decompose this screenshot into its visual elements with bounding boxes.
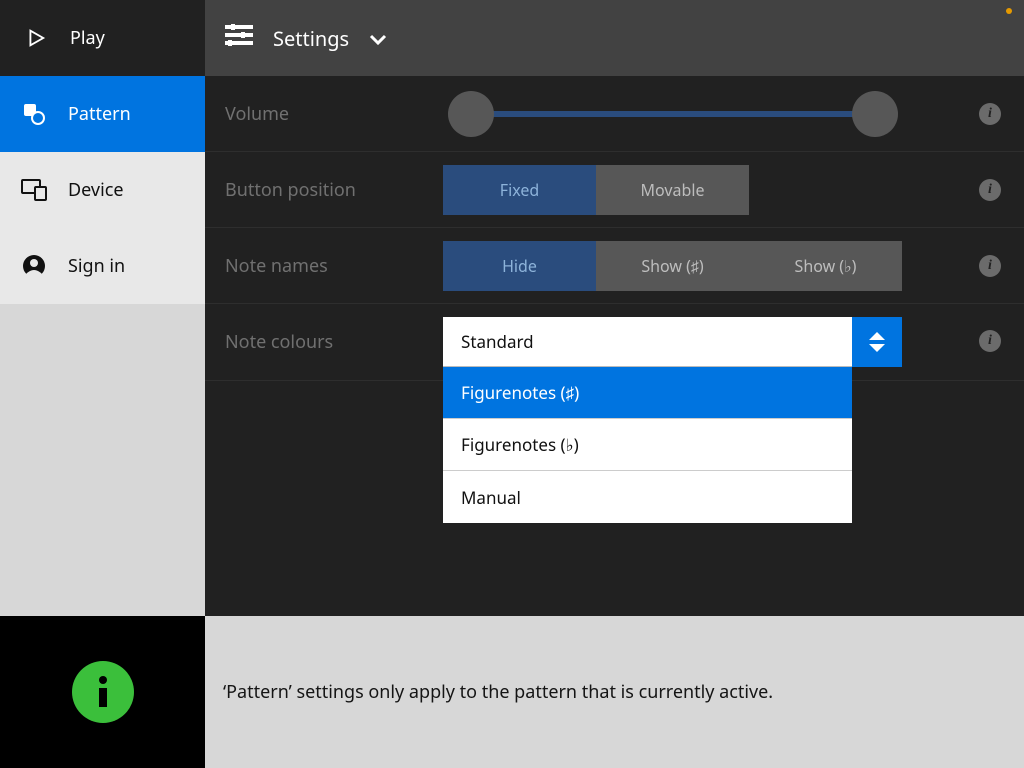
note-colours-options: Figurenotes (♯) Figurenotes (♭) Manual (443, 367, 852, 523)
play-label: Play (70, 26, 105, 50)
note-colours-selected: Standard (443, 317, 852, 367)
slider-thumb-min[interactable] (448, 91, 494, 137)
sidebar-item-signin[interactable]: Sign in (0, 228, 205, 304)
footer-message: ‘Pattern’ settings only apply to the pat… (223, 680, 773, 704)
volume-slider[interactable] (443, 109, 903, 119)
settings-header[interactable]: Settings (205, 0, 1024, 76)
footer-icon-area (0, 616, 205, 768)
device-icon (20, 179, 48, 201)
slider-track (463, 111, 883, 117)
settings-icon (225, 24, 253, 52)
volume-label: Volume (205, 102, 443, 126)
row-note-names: Note names Hide Show (♯) Show (♭) i (205, 228, 1024, 304)
info-icon[interactable]: i (979, 330, 1001, 352)
play-icon (24, 27, 46, 49)
note-colours-label: Note colours (205, 317, 443, 354)
row-volume: Volume i (205, 76, 1024, 152)
sidebar-item-pattern[interactable]: Pattern (0, 76, 205, 152)
button-position-label: Button position (205, 178, 443, 202)
sidebar-item-label: Pattern (68, 102, 131, 126)
note-colours-option-figurenotes-flat[interactable]: Figurenotes (♭) (443, 419, 852, 471)
note-colours-option-manual[interactable]: Manual (443, 471, 852, 523)
play-header[interactable]: Play (0, 0, 205, 76)
pattern-icon (20, 102, 48, 126)
button-position-fixed[interactable]: Fixed (443, 165, 596, 215)
button-position-movable[interactable]: Movable (596, 165, 749, 215)
info-icon[interactable]: i (979, 255, 1001, 277)
row-note-colours: Note colours Standard Figurenotes (♯) Fi… (205, 304, 1024, 381)
note-names-show-sharp[interactable]: Show (♯) (596, 241, 749, 291)
footer-message-area: ‘Pattern’ settings only apply to the pat… (205, 616, 1024, 768)
settings-panel: Volume i Button position Fixed Movable i (205, 76, 1024, 616)
sidebar: Pattern Device Sign in (0, 76, 205, 616)
chevron-down-icon (369, 25, 387, 52)
user-icon (20, 254, 48, 278)
note-colours-option-figurenotes-sharp[interactable]: Figurenotes (♯) (443, 367, 852, 419)
info-icon[interactable]: i (979, 103, 1001, 125)
note-colours-dropdown-head[interactable]: Standard (443, 317, 902, 367)
sort-arrows-icon[interactable] (852, 317, 902, 367)
sidebar-item-device[interactable]: Device (0, 152, 205, 228)
info-badge-icon (72, 661, 134, 723)
note-names-show-flat[interactable]: Show (♭) (749, 241, 902, 291)
settings-label: Settings (273, 25, 349, 52)
button-position-segmented: Fixed Movable (443, 165, 749, 215)
slider-thumb-max[interactable] (852, 91, 898, 137)
notification-dot (1006, 8, 1012, 14)
note-names-segmented: Hide Show (♯) Show (♭) (443, 241, 902, 291)
row-button-position: Button position Fixed Movable i (205, 152, 1024, 228)
sidebar-item-label: Device (68, 178, 124, 202)
info-icon[interactable]: i (979, 179, 1001, 201)
note-names-label: Note names (205, 254, 443, 278)
sidebar-item-label: Sign in (68, 254, 125, 278)
note-names-hide[interactable]: Hide (443, 241, 596, 291)
note-colours-dropdown: Standard Figurenotes (♯) Figurenotes (♭)… (443, 317, 902, 367)
